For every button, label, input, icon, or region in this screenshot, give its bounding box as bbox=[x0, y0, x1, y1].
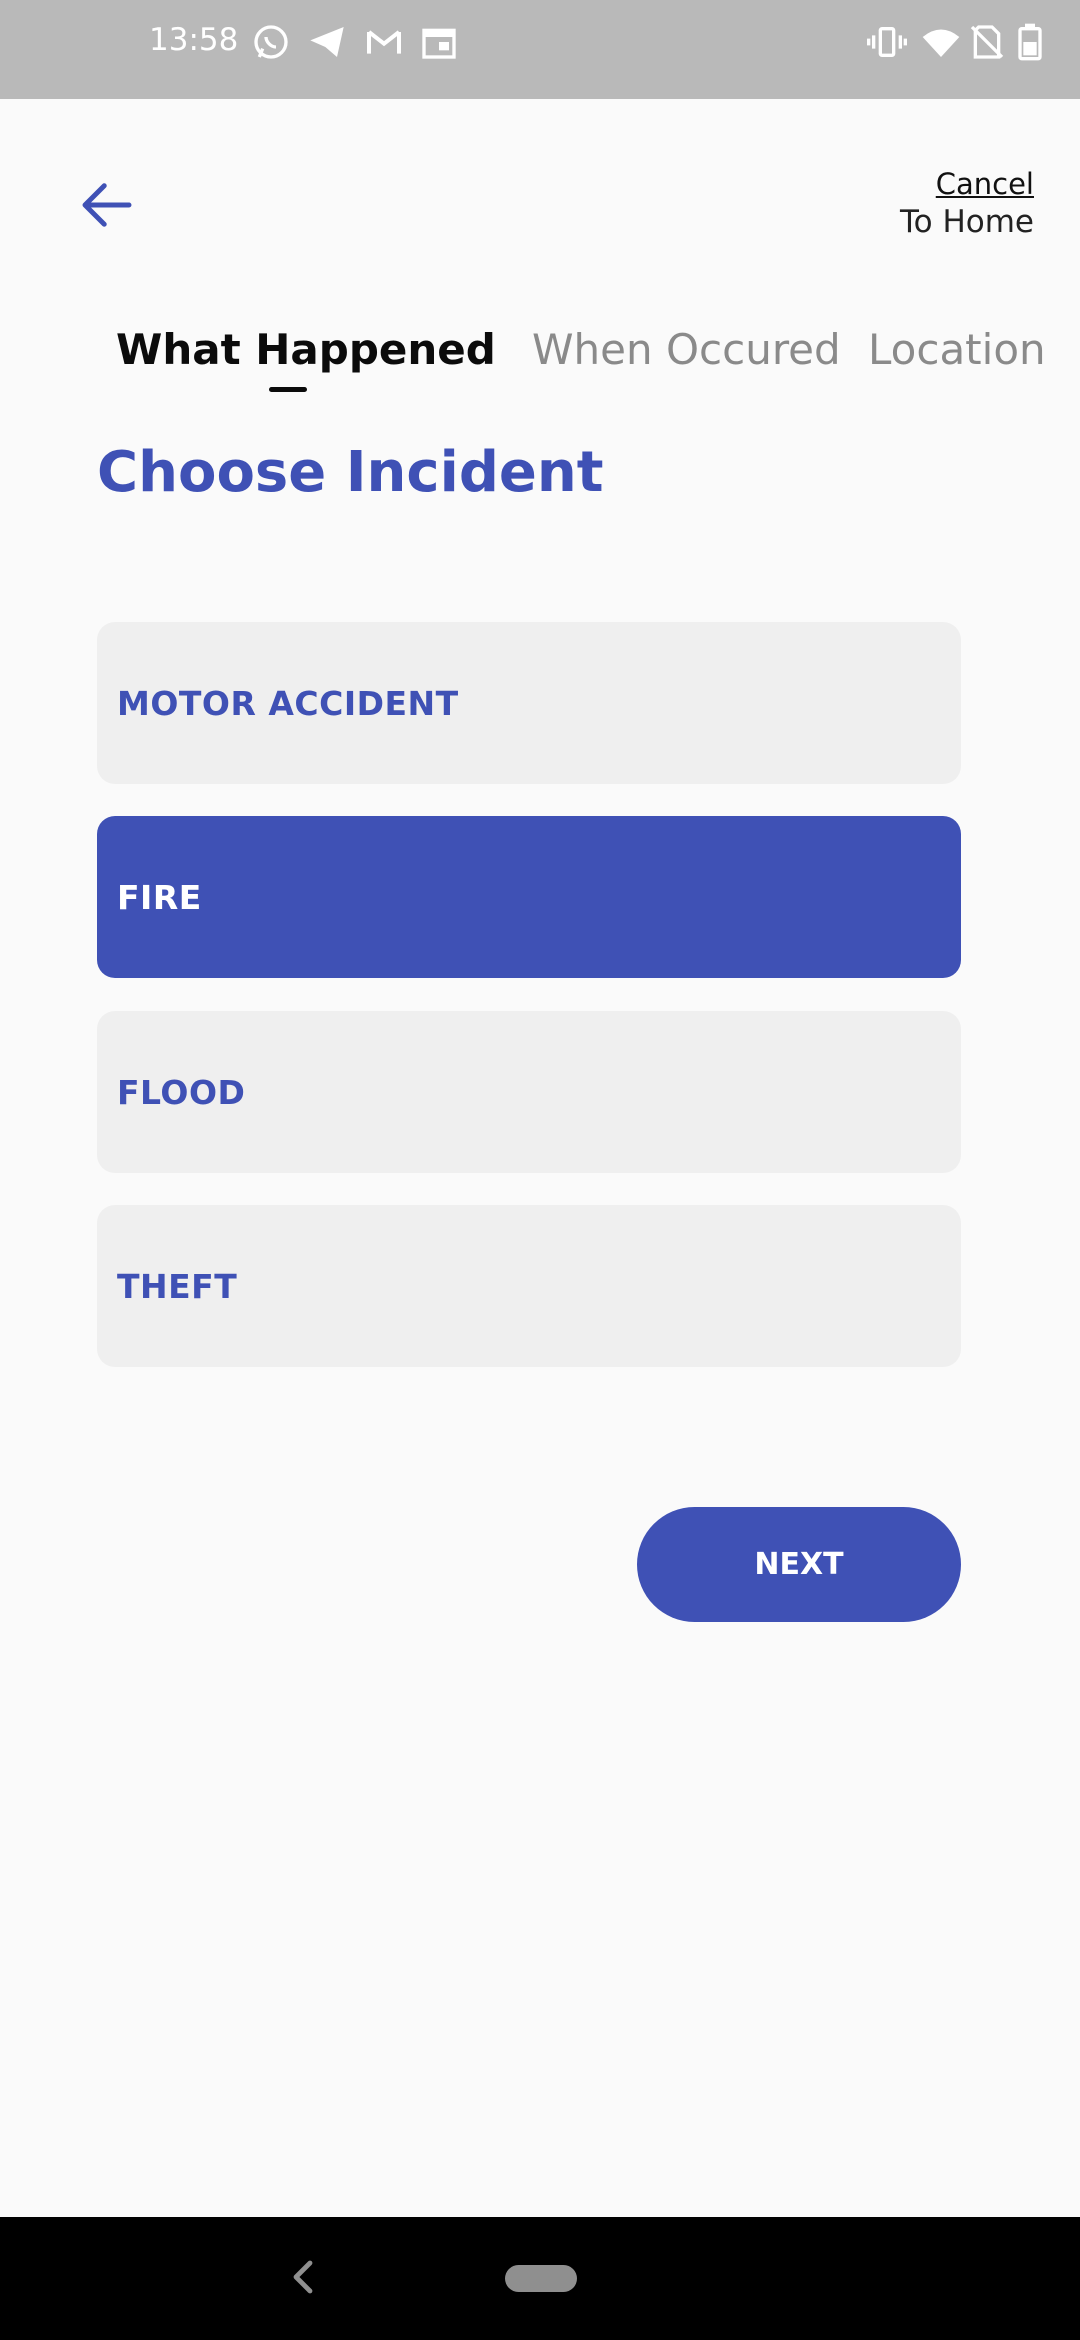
no-sim-icon bbox=[967, 22, 1007, 62]
arrow-left-icon bbox=[82, 183, 132, 227]
page-title: Choose Incident bbox=[97, 440, 604, 505]
nav-home-pill[interactable] bbox=[505, 2265, 577, 2292]
option-label: FLOOD bbox=[117, 1072, 246, 1112]
calendar-icon bbox=[419, 22, 459, 62]
wifi-icon bbox=[921, 22, 961, 62]
nav-back-icon[interactable] bbox=[288, 2257, 318, 2297]
tab-location[interactable]: Location bbox=[868, 325, 1046, 374]
option-motor-accident[interactable]: MOTOR ACCIDENT bbox=[97, 622, 961, 784]
cancel-to-home-label[interactable]: To Home bbox=[900, 204, 1034, 240]
option-label: THEFT bbox=[117, 1266, 238, 1306]
next-button[interactable]: NEXT bbox=[637, 1507, 961, 1622]
whatsapp-icon bbox=[251, 22, 291, 62]
status-bar: 13:58 bbox=[0, 0, 1080, 99]
tab-when-occured[interactable]: When Occured bbox=[532, 325, 841, 374]
option-label: FIRE bbox=[117, 877, 202, 917]
vibrate-icon bbox=[867, 22, 907, 62]
cancel-button[interactable]: Cancel bbox=[936, 167, 1034, 201]
back-button[interactable] bbox=[74, 172, 140, 238]
option-label: MOTOR ACCIDENT bbox=[117, 683, 459, 723]
option-theft[interactable]: THEFT bbox=[97, 1205, 961, 1367]
status-time: 13:58 bbox=[149, 22, 239, 58]
option-flood[interactable]: FLOOD bbox=[97, 1011, 961, 1173]
telegram-icon bbox=[307, 22, 347, 62]
tab-what-happened[interactable]: What Happened bbox=[116, 325, 496, 374]
step-tabs: What Happened When Occured Location bbox=[0, 325, 1080, 405]
gmail-icon bbox=[364, 22, 404, 62]
option-fire[interactable]: FIRE bbox=[97, 816, 961, 978]
battery-icon bbox=[1010, 22, 1050, 62]
active-tab-indicator bbox=[269, 387, 307, 392]
system-nav-bar bbox=[0, 2217, 1080, 2340]
